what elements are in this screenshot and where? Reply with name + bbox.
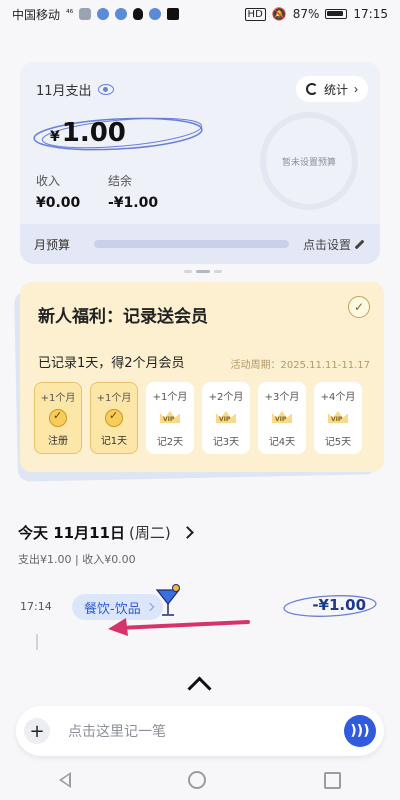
reward-item[interactable]: +1个月 VIP 记2天	[146, 382, 194, 454]
reward-item[interactable]: +3个月 VIP 记4天	[258, 382, 306, 454]
promo-title: 新人福利：记录送会员	[38, 307, 208, 327]
reward-amount: +1个月	[40, 393, 76, 404]
reward-list: +1个月 注册 +1个月 记1天 +1个月 VIP 记2天 +2个月 VIP 记…	[34, 382, 362, 454]
tiktok-icon	[167, 8, 180, 20]
income-label: 收入	[36, 174, 61, 188]
check-icon[interactable]: ✓	[348, 296, 370, 318]
amount-value: 1.00	[61, 118, 126, 148]
stats-button[interactable]: 统计 ›	[295, 76, 368, 102]
check-coin-icon	[49, 409, 67, 427]
budget-ring[interactable]: 暂未设置预算	[260, 112, 358, 210]
status-bar: 中国移动 ⁴⁶ HD 🔕 87% 17:15	[0, 0, 400, 28]
pointer-arrow	[108, 618, 250, 636]
promo-section: 新人福利：记录送会员 ✓ 已记录1天，得2个月会员 活动周期：2025.11.1…	[14, 282, 384, 482]
vip-crown-icon: VIP	[158, 409, 182, 427]
entry-amount[interactable]: -¥1.00	[312, 596, 366, 614]
quick-entry-bar[interactable]: + 点击这里记一笔 )))	[16, 706, 384, 756]
income-value: ¥0.00	[36, 195, 81, 211]
budget-label: 月预算	[34, 237, 71, 252]
battery-percent: 87%	[292, 7, 320, 21]
set-budget-label: 点击设置	[302, 237, 351, 252]
month-expense-amount: ¥1.00	[50, 118, 126, 148]
promo-card[interactable]: 新人福利：记录送会员 ✓ 已记录1天，得2个月会员 活动周期：2025.11.1…	[20, 282, 384, 472]
clock: 17:15	[353, 7, 388, 21]
reward-condition: 记1天	[100, 436, 128, 447]
currency-symbol: ¥	[50, 129, 60, 145]
reward-condition: 注册	[48, 436, 68, 447]
hd-badge: HD	[244, 7, 266, 21]
month-label-text: 11月支出	[36, 84, 92, 99]
carousel-indicator	[184, 270, 222, 273]
reward-condition: 记4天	[268, 437, 296, 448]
stats-button-label: 统计	[323, 82, 348, 97]
chevron-up-icon[interactable]	[187, 676, 212, 701]
reward-item[interactable]: +1个月 注册	[34, 382, 82, 454]
balance-value: -¥1.00	[108, 195, 159, 211]
budget-ring-text: 暂未设置预算	[281, 157, 336, 168]
carousel-dot	[214, 270, 222, 273]
voice-input-icon[interactable]: )))	[344, 715, 376, 747]
carousel-dot	[184, 270, 192, 273]
reward-item[interactable]: +2个月 VIP 记3天	[202, 382, 250, 454]
chevron-right-icon: ›	[354, 82, 358, 96]
day-weekday: (周二)	[128, 524, 171, 542]
promo-subtitle: 已记录1天，得2个月会员	[38, 356, 185, 371]
signal-icon	[79, 8, 92, 20]
browser-icon	[115, 8, 128, 20]
balance-stat: 结余 -¥1.00	[108, 172, 158, 211]
battery-icon	[325, 9, 348, 19]
status-left: 中国移动 ⁴⁶	[12, 6, 180, 23]
vip-crown-icon: VIP	[270, 409, 294, 427]
reward-amount: +2个月	[208, 392, 244, 403]
reward-item[interactable]: +4个月 VIP 记5天	[314, 382, 362, 454]
recent-apps-icon[interactable]	[324, 771, 342, 789]
reward-amount: +3个月	[264, 392, 300, 403]
reward-amount: +4个月	[320, 392, 356, 403]
monthly-summary-card[interactable]: 11月支出 统计 › ¥1.00 收入 ¥0.00 结余 -¥1.00 暂未设置…	[20, 62, 380, 264]
carrier-label: 中国移动	[12, 7, 61, 22]
pie-chart-icon	[305, 83, 318, 95]
reward-amount: +1个月	[96, 393, 132, 404]
budget-row[interactable]: 月预算 点击设置	[20, 224, 380, 264]
month-expense-label: 11月支出	[36, 80, 114, 99]
budget-progress-bar	[94, 240, 289, 248]
day-summary: 支出¥1.00 | 收入¥0.00	[18, 553, 136, 566]
income-stat: 收入 ¥0.00	[36, 172, 80, 211]
pencil-icon	[355, 239, 366, 250]
balance-label: 结余	[108, 174, 133, 188]
reward-condition: 记5天	[324, 437, 352, 448]
check-coin-icon	[105, 409, 123, 427]
day-header[interactable]: 今天 11月11日 (周二)	[18, 522, 194, 543]
back-icon[interactable]	[58, 772, 71, 788]
set-budget-link[interactable]: 点击设置	[303, 236, 366, 253]
home-icon[interactable]	[188, 771, 207, 789]
network-label: ⁴⁶	[66, 9, 74, 19]
chat-icon	[97, 8, 110, 20]
reward-condition: 记2天	[156, 437, 184, 448]
eye-icon[interactable]	[97, 84, 114, 95]
status-right: HD 🔕 87% 17:15	[244, 7, 388, 21]
reward-item[interactable]: +1个月 记1天	[90, 382, 138, 454]
app-icon	[149, 8, 162, 20]
reward-amount: +1个月	[152, 392, 188, 403]
add-button[interactable]: +	[24, 718, 50, 744]
timeline-line	[36, 634, 38, 650]
mute-icon: 🔕	[271, 7, 287, 21]
qq-icon	[133, 8, 144, 20]
chevron-right-icon	[180, 526, 194, 539]
system-nav-bar	[0, 760, 400, 800]
promo-period: 活动周期：2025.11.11-11.17	[230, 360, 371, 371]
vip-crown-icon: VIP	[214, 409, 238, 427]
vip-crown-icon: VIP	[326, 409, 350, 427]
day-title: 今天 11月11日	[18, 524, 125, 542]
quick-entry-input[interactable]: 点击这里记一笔	[68, 721, 344, 741]
entry-time: 17:14	[20, 600, 52, 613]
carousel-dot-active	[196, 270, 210, 273]
reward-condition: 记3天	[212, 437, 240, 448]
